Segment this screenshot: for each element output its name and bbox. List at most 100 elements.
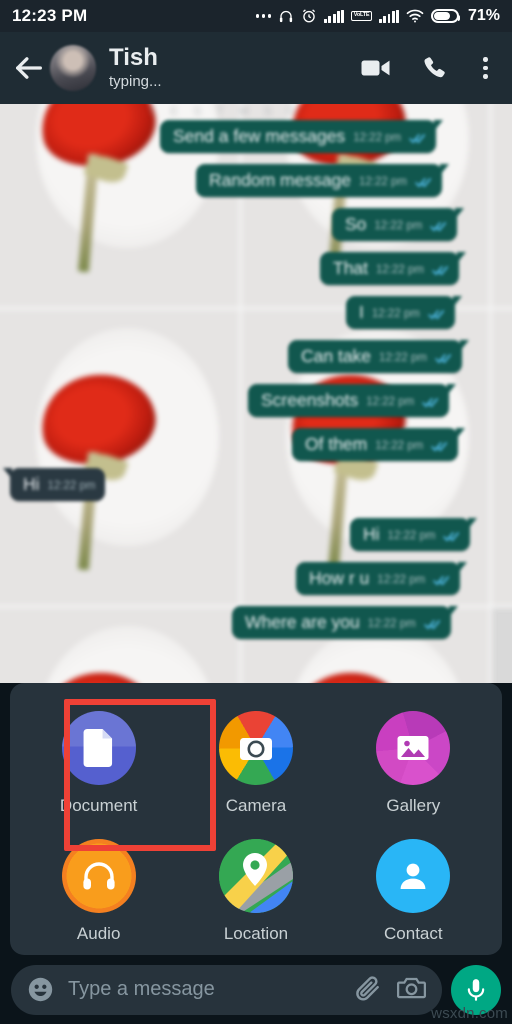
emoji-icon[interactable] [27, 976, 54, 1003]
attachment-option-audio[interactable]: Audio [20, 827, 177, 945]
contact-status: typing... [109, 73, 162, 90]
date-fragment: S [263, 104, 272, 118]
message-text: Hi [23, 474, 40, 494]
message-text: Can take [301, 346, 372, 366]
contact-icon [376, 839, 451, 913]
overflow-menu-icon[interactable] [477, 53, 494, 83]
date-fragment: S [193, 104, 202, 118]
phone-call-icon[interactable] [421, 55, 447, 81]
date-fragment: T [148, 104, 156, 118]
whatsapp-chat-screen: 12:23 PM Vo LTE 71% Tish typing... Send … [0, 0, 512, 1024]
date-fragment: G [286, 104, 297, 118]
signal-bars-2-icon [378, 9, 399, 23]
date-fragment: T [216, 104, 224, 118]
status-bar: 12:23 PM Vo LTE 71% [0, 0, 512, 32]
message-bubble[interactable]: Where are you 12:22 pm [232, 606, 458, 639]
attachment-option-gallery[interactable]: Gallery [335, 699, 492, 817]
message-bubble[interactable]: Of them 12:22 pm [292, 428, 466, 461]
attachment-label: Audio [76, 924, 121, 943]
attachment-option-location[interactable]: Location [177, 827, 334, 945]
attachment-label: Gallery [386, 796, 441, 815]
wifi-icon [406, 9, 424, 23]
attachment-label: Location [223, 924, 289, 943]
read-receipt-icon [424, 620, 440, 630]
message-input[interactable] [68, 978, 340, 1001]
message-bubble[interactable]: Random message 12:22 pm [196, 164, 449, 197]
battery-icon [430, 9, 461, 23]
read-receipt-icon [415, 178, 431, 188]
message-bubble[interactable]: How r u 12:22 pm [296, 562, 468, 595]
message-time: 12:22 pm [367, 618, 416, 630]
message-text: Random message [209, 170, 352, 190]
message-bubble[interactable]: Hi 12:22 pm [3, 468, 106, 501]
message-bubble[interactable]: I 12:22 pm [346, 296, 462, 329]
read-receipt-icon [433, 576, 450, 586]
attachment-label: Document [59, 796, 138, 815]
date-fragment: E [170, 104, 179, 118]
message-time: 12:22 pm [47, 480, 96, 492]
video-call-icon[interactable] [361, 57, 391, 79]
attachment-option-contact[interactable]: Contact [335, 827, 492, 945]
alarm-clock-icon [301, 8, 317, 24]
more-dots-icon [255, 14, 272, 18]
message-time: 12:22 pm [379, 352, 427, 364]
message-list: Send a few messages 12:22 pm Random mess… [0, 104, 512, 683]
attachment-label: Camera [225, 796, 287, 815]
attachment-option-camera[interactable]: Camera [177, 699, 334, 817]
message-time: 12:22 pm [387, 530, 436, 542]
headphones-icon [278, 9, 294, 24]
status-bar-time: 12:23 PM [12, 6, 88, 25]
message-time: 12:22 pm [375, 440, 424, 452]
battery-percentage: 71% [467, 7, 500, 24]
contact-name: Tish [109, 44, 158, 71]
volte-icon: Vo LTE [351, 11, 372, 21]
read-receipt-icon [431, 442, 448, 452]
status-bar-icons: Vo LTE 71% [255, 7, 500, 25]
message-text: I [359, 302, 364, 322]
message-text: Screenshots [261, 390, 359, 410]
read-receipt-icon [422, 398, 439, 408]
location-icon [218, 839, 293, 913]
message-text: Where are you [245, 612, 360, 632]
read-receipt-icon [409, 134, 426, 144]
message-time: 12:22 pm [359, 176, 407, 188]
attachment-grid: Document Camera Gallery Audio Location C… [20, 699, 492, 945]
message-time: 12:22 pm [366, 396, 415, 408]
message-bubble[interactable]: So 12:22 pm [332, 208, 465, 241]
message-time: 12:22 pm [376, 264, 424, 276]
date-fragment: M [238, 104, 249, 118]
message-text: Of them [305, 434, 368, 454]
message-bubble[interactable]: Screenshots 12:22 pm [248, 384, 457, 417]
volte-bottom-text: LTE [360, 12, 370, 19]
contact-info[interactable]: Tish typing... [109, 45, 162, 91]
paperclip-icon[interactable] [354, 975, 383, 1004]
read-receipt-icon [428, 310, 444, 320]
camera-icon [218, 711, 293, 785]
message-bubble[interactable]: Can take 12:22 pm [288, 340, 469, 373]
document-icon [61, 711, 136, 785]
header-actions [361, 53, 500, 83]
audio-icon [61, 839, 136, 913]
back-arrow-icon[interactable] [12, 51, 46, 85]
camera-icon[interactable] [397, 975, 426, 1004]
message-time: 12:22 pm [374, 220, 423, 232]
contact-avatar[interactable] [50, 45, 96, 91]
attachment-label: Contact [384, 924, 443, 943]
compose-field-container[interactable] [11, 964, 442, 1015]
attachment-option-document[interactable]: Document [20, 699, 177, 817]
gallery-icon [376, 711, 451, 785]
chat-messages-area[interactable]: Send a few messages 12:22 pm Random mess… [0, 104, 512, 683]
message-text: That [333, 258, 369, 278]
signal-bars-icon [324, 9, 345, 23]
chat-header: Tish typing... [0, 32, 512, 104]
chat-date-separator: T E S T M S G [148, 104, 296, 118]
read-receipt-icon [430, 222, 447, 232]
message-text: Send a few messages [173, 126, 346, 146]
message-text: Hi [363, 524, 380, 544]
message-bubble[interactable]: That 12:22 pm [320, 252, 466, 285]
message-bubble[interactable]: Hi 12:22 pm [350, 518, 478, 551]
message-text: So [345, 214, 367, 234]
message-bubble[interactable]: Send a few messages 12:22 pm [160, 120, 444, 153]
attachment-panel: Document Camera Gallery Audio Location C… [10, 683, 502, 955]
read-receipt-icon [435, 354, 451, 364]
